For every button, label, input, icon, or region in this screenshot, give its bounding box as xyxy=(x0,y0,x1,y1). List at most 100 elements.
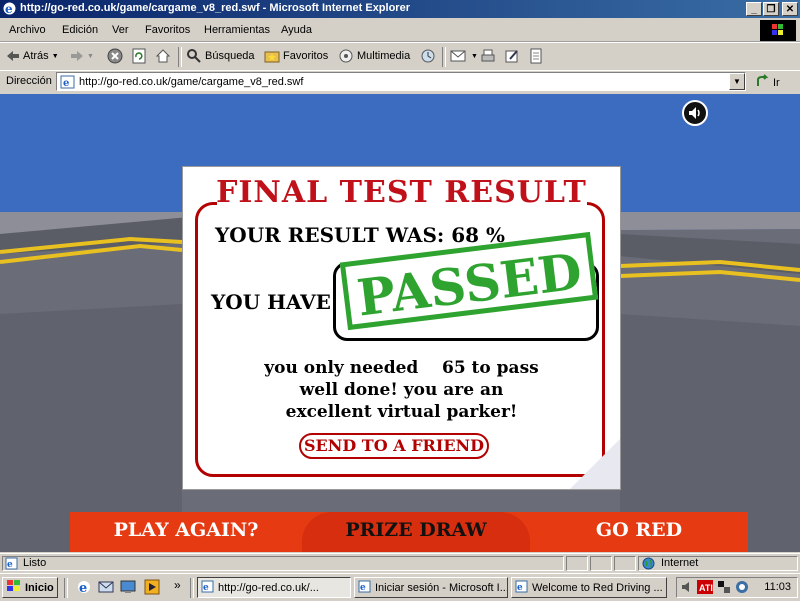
zone-cell: Internet xyxy=(638,556,798,571)
status-text-cell: e Listo xyxy=(2,556,564,571)
back-button[interactable]: Atrás ▼ xyxy=(6,47,59,65)
svg-text:e: e xyxy=(7,560,13,570)
toolbar-separator xyxy=(178,47,182,67)
messenger-icon[interactable] xyxy=(735,580,749,597)
go-button[interactable]: Ir xyxy=(756,74,780,91)
menu-favoritos[interactable]: Favoritos xyxy=(145,24,190,36)
message-line-3: excellent virtual parker! xyxy=(285,402,518,422)
discuss-button[interactable] xyxy=(528,47,544,65)
svg-text:e: e xyxy=(517,583,523,593)
start-label: Inicio xyxy=(25,581,54,594)
status-cell xyxy=(614,556,636,571)
menu-herramientas[interactable]: Herramientas xyxy=(204,24,270,36)
toolbar: Atrás ▼ ▼ Búsqueda Favoritos Multimedia … xyxy=(0,42,800,71)
windows-logo-icon xyxy=(760,20,796,41)
globe-icon xyxy=(642,557,655,573)
start-button[interactable]: Inicio xyxy=(2,577,58,598)
history-button[interactable] xyxy=(420,47,436,65)
you-have-label: YOU HAVE xyxy=(211,290,331,314)
prize-draw-button[interactable]: PRIZE DRAW xyxy=(302,512,530,552)
chevron-down-icon: ▼ xyxy=(51,52,59,60)
menu-ayuda[interactable]: Ayuda xyxy=(281,24,312,36)
sound-toggle-button[interactable] xyxy=(682,100,708,126)
status-cell xyxy=(566,556,588,571)
address-url: http://go-red.co.uk/game/cargame_v8_red.… xyxy=(79,76,304,88)
close-button[interactable]: ✕ xyxy=(782,2,798,16)
message-line-1: you only needed 65 to pass xyxy=(264,358,539,378)
menu-edicion[interactable]: Edición xyxy=(62,24,98,36)
quicklaunch-ie-icon[interactable]: e xyxy=(76,579,92,598)
home-icon xyxy=(155,48,171,64)
back-label: Atrás xyxy=(23,50,49,62)
home-button[interactable] xyxy=(155,47,171,65)
quicklaunch-outlook-icon[interactable] xyxy=(98,579,114,598)
stop-button[interactable] xyxy=(107,47,123,65)
volume-icon[interactable] xyxy=(680,580,694,597)
network-icon[interactable] xyxy=(717,580,731,597)
windows-flag-icon xyxy=(6,579,22,596)
menu-archivo[interactable]: Archivo xyxy=(9,24,46,36)
ati-icon[interactable]: ATI xyxy=(697,580,713,597)
quicklaunch-media-icon[interactable] xyxy=(144,579,160,598)
address-bar: Dirección e http://go-red.co.uk/game/car… xyxy=(0,70,800,93)
print-button[interactable] xyxy=(480,47,496,65)
result-message: you only needed 65 to pass well done! yo… xyxy=(183,357,620,423)
taskbar-item-label: Welcome to Red Driving ... xyxy=(532,581,663,594)
address-dropdown-button[interactable]: ▼ xyxy=(729,73,745,90)
game-viewport: FINAL TEST RESULT YOUR RESULT WAS: 68 % … xyxy=(0,94,800,552)
favorites-label: Favoritos xyxy=(283,50,329,62)
taskbar-item-go-red[interactable]: e http://go-red.co.uk/... xyxy=(197,577,351,598)
refresh-button[interactable] xyxy=(131,47,147,65)
mail-button[interactable]: ▼ xyxy=(450,47,478,65)
taskbar-separator xyxy=(64,578,68,598)
menu-bar: Archivo Edición Ver Favoritos Herramient… xyxy=(0,19,800,42)
search-button[interactable]: Búsqueda xyxy=(186,47,255,65)
status-bar: e Listo Internet xyxy=(0,553,800,573)
result-title: FINAL TEST RESULT xyxy=(216,175,587,210)
ie-logo-icon: e xyxy=(2,1,17,16)
history-icon xyxy=(420,48,436,64)
search-icon xyxy=(186,48,202,64)
chevron-down-icon: ▼ xyxy=(87,52,94,60)
status-cell xyxy=(590,556,612,571)
result-panel: FINAL TEST RESULT YOUR RESULT WAS: 68 % … xyxy=(182,166,621,490)
title-bar: e http://go-red.co.uk/game/cargame_v8_re… xyxy=(0,0,800,18)
stop-icon xyxy=(107,48,123,64)
refresh-icon xyxy=(131,48,147,64)
address-label: Dirección xyxy=(6,75,52,87)
page-status-icon: e xyxy=(5,557,19,573)
ie-page-icon: e xyxy=(201,580,215,596)
taskbar-item-login[interactable]: e Iniciar sesión - Microsoft I... xyxy=(354,577,508,598)
taskbar: Inicio e » e http://go-red.co.uk/... e I… xyxy=(0,573,800,601)
quicklaunch-more-icon[interactable]: » xyxy=(174,578,181,592)
edit-button[interactable] xyxy=(504,47,520,65)
taskbar-item-welcome[interactable]: e Welcome to Red Driving ... xyxy=(511,577,667,598)
go-red-button[interactable]: GO RED xyxy=(530,512,748,552)
taskbar-separator xyxy=(190,578,194,598)
clock: 11:03 xyxy=(764,581,791,593)
zone-label: Internet xyxy=(661,557,699,569)
search-label: Búsqueda xyxy=(205,50,255,62)
multimedia-button[interactable]: Multimedia xyxy=(338,47,410,65)
ie-page-icon: e xyxy=(358,580,372,596)
minimize-button[interactable]: _ xyxy=(746,2,762,16)
play-again-button[interactable]: PLAY AGAIN? xyxy=(70,512,302,552)
go-label: Ir xyxy=(773,76,780,89)
svg-text:ATI: ATI xyxy=(699,583,713,593)
address-input[interactable]: e http://go-red.co.uk/game/cargame_v8_re… xyxy=(56,72,746,91)
favorites-icon xyxy=(264,48,280,64)
taskbar-item-label: http://go-red.co.uk/... xyxy=(218,581,319,594)
page-curl xyxy=(570,439,620,489)
favorites-button[interactable]: Favoritos xyxy=(264,47,328,65)
restore-button[interactable]: ❐ xyxy=(763,2,779,16)
multimedia-label: Multimedia xyxy=(357,50,411,62)
status-text: Listo xyxy=(23,557,47,569)
quicklaunch-desktop-icon[interactable] xyxy=(120,579,136,598)
chevron-down-icon: ▼ xyxy=(471,52,478,60)
menu-ver[interactable]: Ver xyxy=(112,24,129,36)
page-icon: e xyxy=(60,75,76,92)
result-score: YOUR RESULT WAS: 68 % xyxy=(215,223,506,247)
forward-button[interactable]: ▼ xyxy=(70,47,94,65)
send-to-friend-button[interactable]: SEND TO A FRIEND xyxy=(299,433,489,459)
system-tray: ATI 11:03 xyxy=(676,577,798,598)
